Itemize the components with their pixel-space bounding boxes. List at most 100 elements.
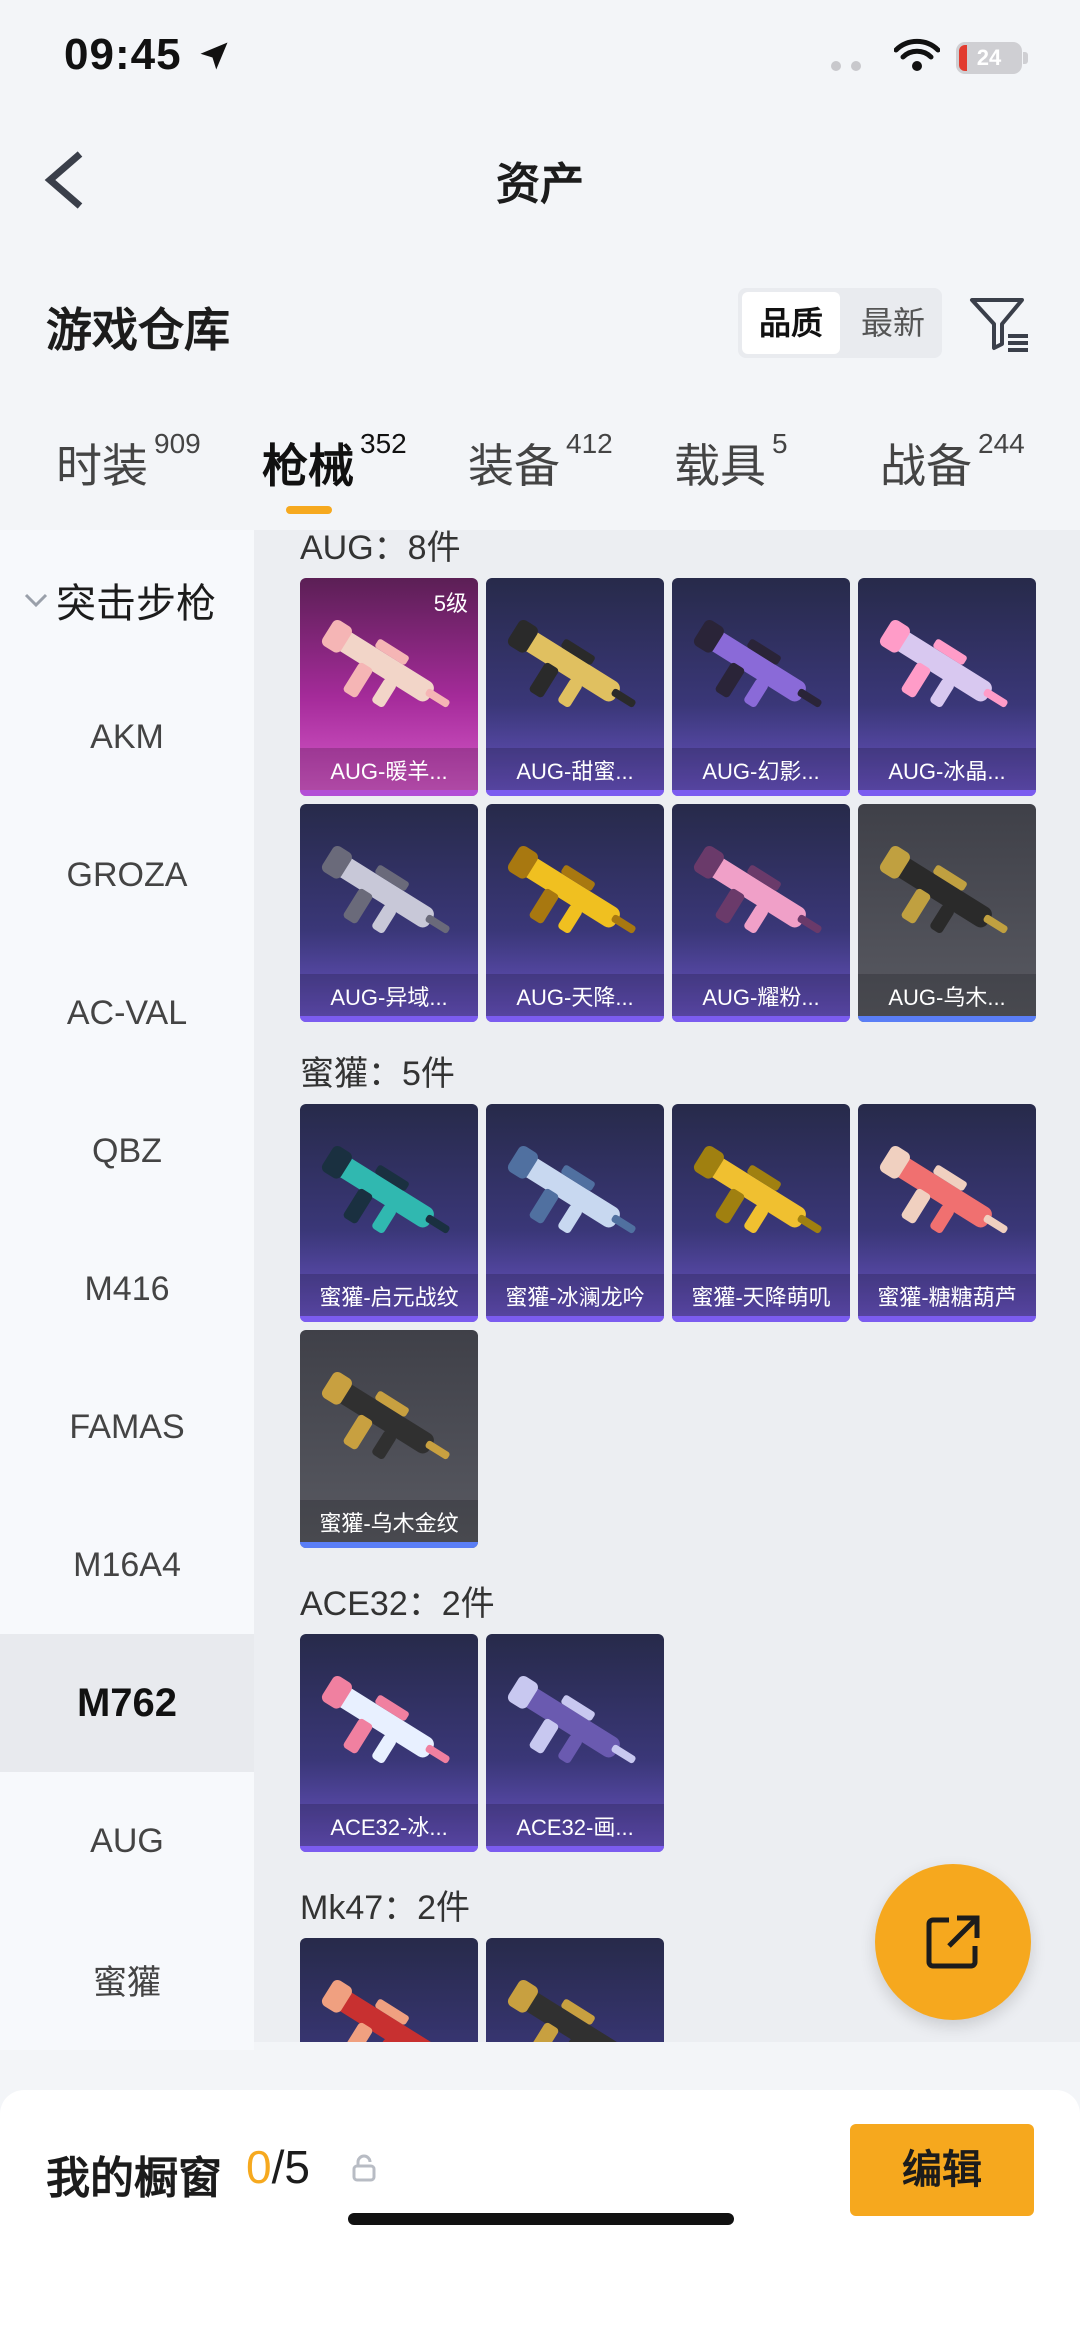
tab-count: 909 [154, 428, 201, 459]
weapon-grid: AUG：8件 蜜獾：5件 ACE32：2件 Mk47：2件 AUG-暖羊... 5… [254, 530, 1080, 2042]
weapon-card[interactable]: AUG-乌木... [858, 804, 1036, 1022]
weapon-skin-image [507, 1146, 636, 1234]
status-bar: 09:45 24 [0, 0, 1080, 120]
sidebar-item-aug[interactable]: AUG [0, 1772, 254, 1910]
sidebar-item-qbz[interactable]: QBZ [0, 1082, 254, 1220]
weapon-skin-image [693, 846, 822, 934]
sidebar-item-ac-val[interactable]: AC-VAL [0, 944, 254, 1082]
tab-label: 载具 [674, 440, 766, 492]
showcase-label: 我的橱窗 [46, 2154, 222, 2203]
sidebar-item-m416[interactable]: M416 [0, 1220, 254, 1358]
sidebar-item-famas[interactable]: FAMAS [0, 1358, 254, 1496]
tab-count: 352 [360, 428, 407, 459]
tab-equipment[interactable]: 装备 412 [468, 428, 613, 496]
weapon-name: 蜜獾-乌木金纹 [319, 1511, 459, 1536]
weapon-skin-image [879, 1146, 1008, 1234]
weapon-skin-image [321, 1980, 434, 2042]
tab-gear[interactable]: 战备 244 [880, 428, 1025, 496]
showcase-current: 0 [246, 2141, 272, 2193]
weapon-name: ACE32-冰... [330, 1815, 448, 1840]
sort-quality-button[interactable]: 品质 [742, 292, 840, 354]
weapon-card[interactable]: AUG-天降... [486, 804, 664, 1022]
sort-latest-button[interactable]: 最新 [844, 288, 942, 358]
sidebar-item-m762[interactable]: M762 [0, 1634, 254, 1772]
weapon-card[interactable]: AUG-耀粉... [672, 804, 850, 1022]
rarity-bar [672, 1016, 850, 1022]
weapon-name: AUG-耀粉... [702, 985, 820, 1010]
weapon-name: 蜜獾-冰澜龙吟 [505, 1285, 645, 1310]
weapon-skin-image [507, 846, 636, 934]
sidebar-item-groza[interactable]: GROZA [0, 806, 254, 944]
active-tab-indicator [286, 506, 332, 514]
weapon-skin-image [879, 846, 1008, 934]
weapon-card[interactable]: 蜜獾-冰澜龙吟 [486, 1104, 664, 1322]
rarity-bar [858, 1316, 1036, 1322]
rarity-bar [300, 1542, 478, 1548]
weapon-name: AUG-甜蜜... [516, 759, 634, 784]
tab-vehicles[interactable]: 载具 5 [674, 428, 788, 496]
rarity-bar [486, 1016, 664, 1022]
weapon-name: AUG-异域... [330, 985, 448, 1010]
weapon-skin-image [693, 1146, 822, 1234]
weapon-skin-image [693, 620, 822, 708]
weapon-name: AUG-乌木... [888, 985, 1006, 1010]
chevron-down-icon [24, 593, 48, 608]
weapon-skin-image [321, 846, 450, 934]
sidebar-item-akm[interactable]: AKM [0, 668, 254, 806]
category-tabs: 时装 909 枪械 352 装备 412 载具 5 战备 244 [0, 420, 1080, 530]
tab-count: 412 [566, 428, 613, 459]
share-button[interactable] [875, 1864, 1031, 2020]
weapon-name: 蜜獾-天降萌叽 [691, 1285, 831, 1310]
tab-count: 5 [772, 428, 788, 459]
rarity-bar [300, 790, 478, 796]
weapon-card[interactable]: 蜜獾-糖糖葫芦 [858, 1104, 1036, 1322]
lock-icon [352, 2154, 376, 2182]
battery-tip [1023, 52, 1028, 64]
sidebar-item-honey-badger[interactable]: 蜜獾 [0, 1910, 254, 2048]
location-arrow-icon [200, 42, 228, 70]
weapon-card[interactable]: 蜜獾-启元战纹 [300, 1104, 478, 1322]
weapon-name: 蜜獾-启元战纹 [319, 1285, 459, 1310]
weapon-card[interactable] [486, 1938, 664, 2042]
tab-count: 244 [978, 428, 1025, 459]
weapon-name: AUG-幻影... [702, 759, 820, 784]
weapon-card[interactable]: ACE32-冰... [300, 1634, 478, 1852]
weapon-card[interactable]: AUG-冰晶... [858, 578, 1036, 796]
rarity-bar [672, 790, 850, 796]
weapon-name: AUG-冰晶... [888, 759, 1006, 784]
sidebar-group-assault-rifles[interactable]: 突击步枪 [0, 560, 254, 640]
weapon-name: AUG-暖羊... [330, 759, 448, 784]
battery-icon: 24 [956, 42, 1022, 74]
filter-icon[interactable] [966, 290, 1032, 356]
signal-dots-icon [831, 61, 861, 71]
battery-level: 24 [976, 45, 1002, 70]
weapon-card[interactable]: AUG-甜蜜... [486, 578, 664, 796]
weapon-card[interactable]: ACE32-画... [486, 1634, 664, 1852]
weapon-card[interactable] [300, 1938, 478, 2042]
sidebar-item-m16a4[interactable]: M16A4 [0, 1496, 254, 1634]
weapon-card[interactable]: AUG-幻影... [672, 578, 850, 796]
rarity-bar [486, 790, 664, 796]
weapon-skin-image [321, 620, 450, 708]
rarity-bar [300, 1846, 478, 1852]
weapon-skin-image [321, 1372, 450, 1460]
weapon-card[interactable]: AUG-异域... [300, 804, 478, 1022]
tab-label: 枪械 [262, 440, 354, 492]
weapon-card[interactable]: AUG-暖羊... 5级 [300, 578, 478, 796]
group-header-aug: AUG：8件 [300, 530, 461, 567]
edit-button[interactable]: 编辑 [850, 2124, 1034, 2216]
group-header-mk47: Mk47：2件 [300, 1889, 471, 1927]
weapon-skin-image [321, 1676, 450, 1764]
tab-guns[interactable]: 枪械 352 [262, 428, 407, 496]
warehouse-title: 游戏仓库 [46, 304, 230, 356]
tab-fashion[interactable]: 时装 909 [56, 428, 201, 496]
weapon-name: AUG-天降... [516, 985, 634, 1010]
home-indicator [348, 2213, 734, 2225]
rarity-bar [672, 1316, 850, 1322]
weapon-skin-image [321, 1146, 450, 1234]
rarity-bar [486, 1846, 664, 1852]
weapon-card[interactable]: 蜜獾-乌木金纹 [300, 1330, 478, 1548]
wifi-icon [894, 38, 940, 71]
weapon-card[interactable]: 蜜獾-天降萌叽 [672, 1104, 850, 1322]
tab-label: 装备 [468, 440, 560, 492]
